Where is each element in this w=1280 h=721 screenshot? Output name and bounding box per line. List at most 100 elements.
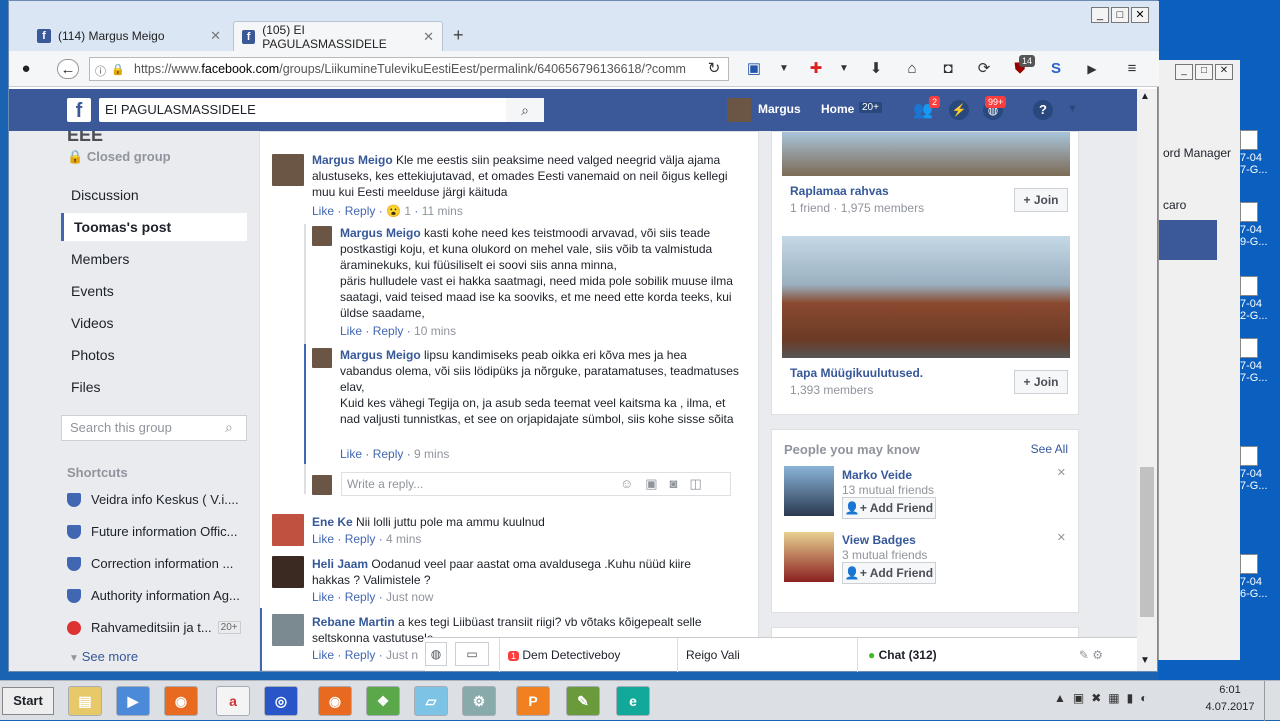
join-button[interactable]: + Join <box>1014 188 1068 212</box>
help-question-icon[interactable]: ? <box>1033 100 1053 120</box>
avatar[interactable] <box>784 532 834 582</box>
group-name-partial[interactable]: EEE <box>67 131 103 146</box>
firefox-icon[interactable]: ◉ <box>164 686 198 716</box>
addon-icon[interactable]: ● <box>15 59 37 79</box>
nav-videos[interactable]: Videos <box>71 315 114 331</box>
close-icon[interactable]: ✕ <box>210 28 221 44</box>
browser-swirl-icon[interactable]: ◎ <box>264 686 298 716</box>
reply-link[interactable]: Reply <box>345 648 376 662</box>
bg-minimize-button[interactable]: _ <box>1175 64 1193 80</box>
commenter-name[interactable]: Margus Meigo <box>340 226 421 240</box>
desktop-file-icon[interactable]: 7-04 7-G... <box>1240 130 1280 176</box>
add-friend-button[interactable]: 👤+ Add Friend <box>842 497 936 519</box>
home-link[interactable]: Home <box>821 102 854 116</box>
new-tab-plus-icon[interactable]: + <box>453 25 464 46</box>
info-icon[interactable]: ⓘ <box>95 63 106 79</box>
join-button[interactable]: + Join <box>1014 370 1068 394</box>
shortcut-item[interactable]: Rahvameditsiin ja t... 20+ <box>67 620 241 635</box>
pdf-icon[interactable]: P <box>516 686 550 716</box>
like-link[interactable]: Like <box>312 204 334 218</box>
nav-photos[interactable]: Photos <box>71 347 115 363</box>
avatar[interactable] <box>312 348 332 368</box>
wow-reaction-icon[interactable]: 😮 <box>386 204 401 218</box>
group-cover-image[interactable] <box>782 132 1070 176</box>
start-button[interactable]: Start <box>2 687 54 715</box>
like-link[interactable]: Like <box>312 648 334 662</box>
chat-tab-detectiveboy[interactable]: 1 Dem Detectiveboy <box>499 638 669 672</box>
reply-link[interactable]: Reply <box>345 204 376 218</box>
sync-icon[interactable]: ⟳ <box>973 59 995 79</box>
commenter-name[interactable]: Margus Meigo <box>340 348 421 362</box>
account-dropdown-icon[interactable]: ▼ <box>1067 103 1078 115</box>
person-name-link[interactable]: Marko Veide <box>842 468 912 482</box>
like-link[interactable]: Like <box>312 532 334 546</box>
facebook-search-input[interactable]: EI PAGULASMASSIDELE <box>99 98 544 122</box>
close-icon[interactable]: ✕ <box>1057 466 1066 479</box>
commenter-name[interactable]: Rebane Martin <box>312 615 395 629</box>
desktop-file-icon[interactable]: 7-04 6-G... <box>1240 554 1280 600</box>
bg-maximize-button[interactable]: □ <box>1195 64 1213 80</box>
avast-icon[interactable]: a <box>216 686 250 716</box>
scroll-down-arrow-icon[interactable]: ▼ <box>1140 655 1150 666</box>
search-icon[interactable]: ⌕ <box>506 98 544 122</box>
close-window-button[interactable]: ✕ <box>1131 7 1149 23</box>
see-all-link[interactable]: See All <box>1031 442 1068 456</box>
add-friend-button[interactable]: 👤+ Add Friend <box>842 562 936 584</box>
windows-app-icon[interactable]: ❖ <box>366 686 400 716</box>
commenter-name[interactable]: Ene Ke <box>312 515 353 529</box>
scroll-thumb[interactable] <box>1140 467 1154 617</box>
chat-tab-reigo[interactable]: Reigo Vali <box>677 638 847 672</box>
like-link[interactable]: Like <box>340 447 362 461</box>
commenter-name[interactable]: Margus Meigo <box>312 153 393 167</box>
home-icon[interactable]: ⌂ <box>901 59 923 79</box>
bg-close-button[interactable]: ✕ <box>1215 64 1233 80</box>
sticker-icon[interactable]: ◫ <box>689 476 713 491</box>
skype-icon[interactable]: S <box>1045 59 1067 79</box>
like-link[interactable]: Like <box>312 590 334 604</box>
save-icon[interactable]: ▣ <box>743 59 765 79</box>
person-name-link[interactable]: View Badges <box>842 533 916 547</box>
reply-link[interactable]: Reply <box>373 447 404 461</box>
dropdown-arrow-icon[interactable]: ▼ <box>773 59 795 79</box>
desktop-file-icon[interactable]: 7-04 2-G... <box>1240 276 1280 322</box>
nav-members[interactable]: Members <box>71 251 129 267</box>
background-window[interactable]: _ □ ✕ ord Manager caro <box>1158 60 1240 660</box>
scroll-up-arrow-icon[interactable]: ▲ <box>1140 91 1150 102</box>
menu-hamburger-icon[interactable]: ≡ <box>1121 59 1143 79</box>
shortcut-item[interactable]: Authority information Ag... <box>67 588 240 603</box>
group-cover-image[interactable] <box>782 236 1070 358</box>
tab-margus[interactable]: f (114) Margus Meigo ✕ <box>29 21 229 51</box>
chat-bubbles-icon[interactable]: ▭ <box>455 642 489 666</box>
shortcut-item[interactable]: Veidra info Keskus ( V.i.... <box>67 492 239 507</box>
like-link[interactable]: Like <box>340 324 362 338</box>
close-icon[interactable]: ✕ <box>423 29 434 45</box>
close-icon[interactable]: ✕ <box>1057 531 1066 544</box>
facebook-logo-icon[interactable]: f <box>67 98 91 122</box>
messenger-icon[interactable]: ⚡ <box>949 100 969 120</box>
file-explorer-icon[interactable]: ▤ <box>68 686 102 716</box>
network-tool-icon[interactable]: ⚙ <box>462 686 496 716</box>
media-player-icon[interactable]: ▶ <box>116 686 150 716</box>
notepad-icon[interactable]: ▱ <box>414 686 448 716</box>
emoji-icon[interactable]: ☺ <box>620 476 645 491</box>
reply-link[interactable]: Reply <box>345 532 376 546</box>
avatar[interactable] <box>272 614 304 646</box>
avatar[interactable] <box>784 466 834 516</box>
reply-link[interactable]: Reply <box>345 590 376 604</box>
gif-icon[interactable]: ◙ <box>670 476 690 491</box>
tab-group[interactable]: f (105) EI PAGULASMASSIDELE ✕ <box>233 21 443 51</box>
group-name-link[interactable]: Raplamaa rahvas <box>790 184 889 198</box>
globe-icon[interactable]: ◍ <box>425 642 447 666</box>
download-icon[interactable]: ⬇ <box>865 59 887 79</box>
shortcut-item[interactable]: Correction information ... <box>67 556 233 571</box>
group-name-link[interactable]: Tapa Müügikuulutused. <box>790 366 923 380</box>
red-cross-icon[interactable]: ✚ <box>805 59 827 79</box>
show-desktop-button[interactable] <box>1264 681 1280 721</box>
avatar[interactable] <box>272 154 304 186</box>
camera-icon[interactable]: ▣ <box>645 476 669 491</box>
comment-time[interactable]: 4 mins <box>386 532 421 546</box>
search-icon[interactable]: ⌕ <box>225 419 233 436</box>
comment-time[interactable]: 9 mins <box>414 447 449 461</box>
vertical-scrollbar[interactable]: ▲ ▼ <box>1137 89 1157 671</box>
nav-files[interactable]: Files <box>71 379 101 395</box>
